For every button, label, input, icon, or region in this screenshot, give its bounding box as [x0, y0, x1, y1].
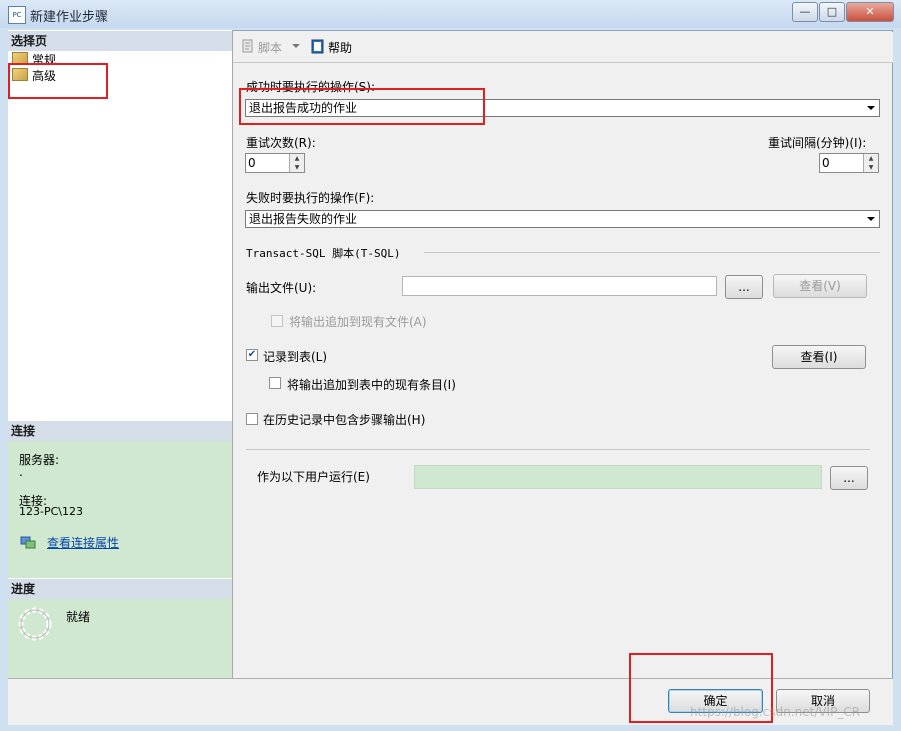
- spin-down-icon[interactable]: ▼: [290, 163, 304, 172]
- on-failure-select[interactable]: 退出报告失败的作业: [245, 210, 880, 228]
- output-file-input[interactable]: [402, 276, 717, 296]
- server-label: 服务器:: [19, 453, 60, 467]
- run-as-field[interactable]: [414, 465, 822, 489]
- tsql-group-divider: [424, 252, 880, 253]
- minimize-button[interactable]: —: [792, 2, 818, 22]
- append-to-table-checkbox[interactable]: [269, 377, 281, 389]
- run-as-divider: [246, 449, 870, 450]
- retry-interval-stepper[interactable]: 0 ▲ ▼: [819, 153, 879, 173]
- log-to-table-checkbox[interactable]: ✔: [246, 349, 258, 361]
- tsql-group-label: Transact-SQL 脚本(T-SQL): [246, 247, 401, 260]
- append-to-table-label: 将输出追加到表中的现有条目(I): [287, 378, 456, 392]
- append-to-file-checkbox[interactable]: [271, 315, 283, 327]
- help-icon: [310, 38, 326, 54]
- output-file-label: 输出文件(U):: [246, 281, 317, 295]
- select-page-header: 选择页: [8, 31, 232, 51]
- retry-interval-label: 重试间隔(分钟)(I):: [768, 136, 867, 150]
- close-button[interactable]: ✕: [846, 2, 894, 22]
- connection-properties-icon: [20, 535, 36, 549]
- title-bar: [0, 0, 901, 28]
- chevron-down-icon: [867, 106, 875, 110]
- progress-spinner-icon: [18, 607, 52, 641]
- spin-down-icon[interactable]: ▼: [864, 163, 878, 172]
- script-button[interactable]: 脚本: [258, 39, 282, 56]
- retry-count-stepper[interactable]: 0 ▲ ▼: [245, 153, 305, 173]
- log-to-table-label: 记录到表(L): [263, 350, 328, 364]
- spin-up-icon[interactable]: ▲: [290, 154, 304, 163]
- chevron-down-icon: [867, 217, 875, 221]
- progress-status: 就绪: [66, 610, 91, 624]
- run-as-browse-button[interactable]: ...: [830, 466, 868, 490]
- include-history-checkbox[interactable]: [246, 413, 258, 425]
- progress-header: 进度: [8, 579, 232, 599]
- help-button[interactable]: 帮助: [328, 39, 352, 56]
- script-dropdown-chevron-icon[interactable]: [292, 44, 300, 48]
- view-file-button[interactable]: 查看(V): [773, 274, 867, 298]
- output-file-browse-button[interactable]: ...: [725, 275, 763, 299]
- window-title: 新建作业步骤: [30, 10, 109, 25]
- view-connection-properties-link[interactable]: 查看连接属性: [47, 534, 119, 551]
- run-as-label: 作为以下用户运行(E): [257, 470, 370, 484]
- app-icon: PC: [8, 6, 26, 24]
- view-table-button[interactable]: 查看(I): [772, 345, 866, 369]
- retry-count-label: 重试次数(R):: [246, 136, 316, 150]
- watermark: https://blog.csdn.net/VIP_CR: [690, 705, 861, 719]
- server-value: .: [19, 465, 23, 479]
- on-failure-label: 失败时要执行的操作(F):: [246, 191, 375, 205]
- connection-header: 连接: [8, 421, 232, 441]
- include-history-label: 在历史记录中包含步骤输出(H): [263, 413, 426, 427]
- append-to-file-label: 将输出追加到现有文件(A): [289, 315, 427, 329]
- maximize-button[interactable]: □: [819, 2, 845, 22]
- spin-up-icon[interactable]: ▲: [864, 154, 878, 163]
- connection-value: 123-PC\123: [19, 505, 83, 518]
- script-icon: [240, 38, 256, 54]
- annotation-box-on-success: [239, 88, 485, 125]
- annotation-box-advanced: [8, 63, 108, 99]
